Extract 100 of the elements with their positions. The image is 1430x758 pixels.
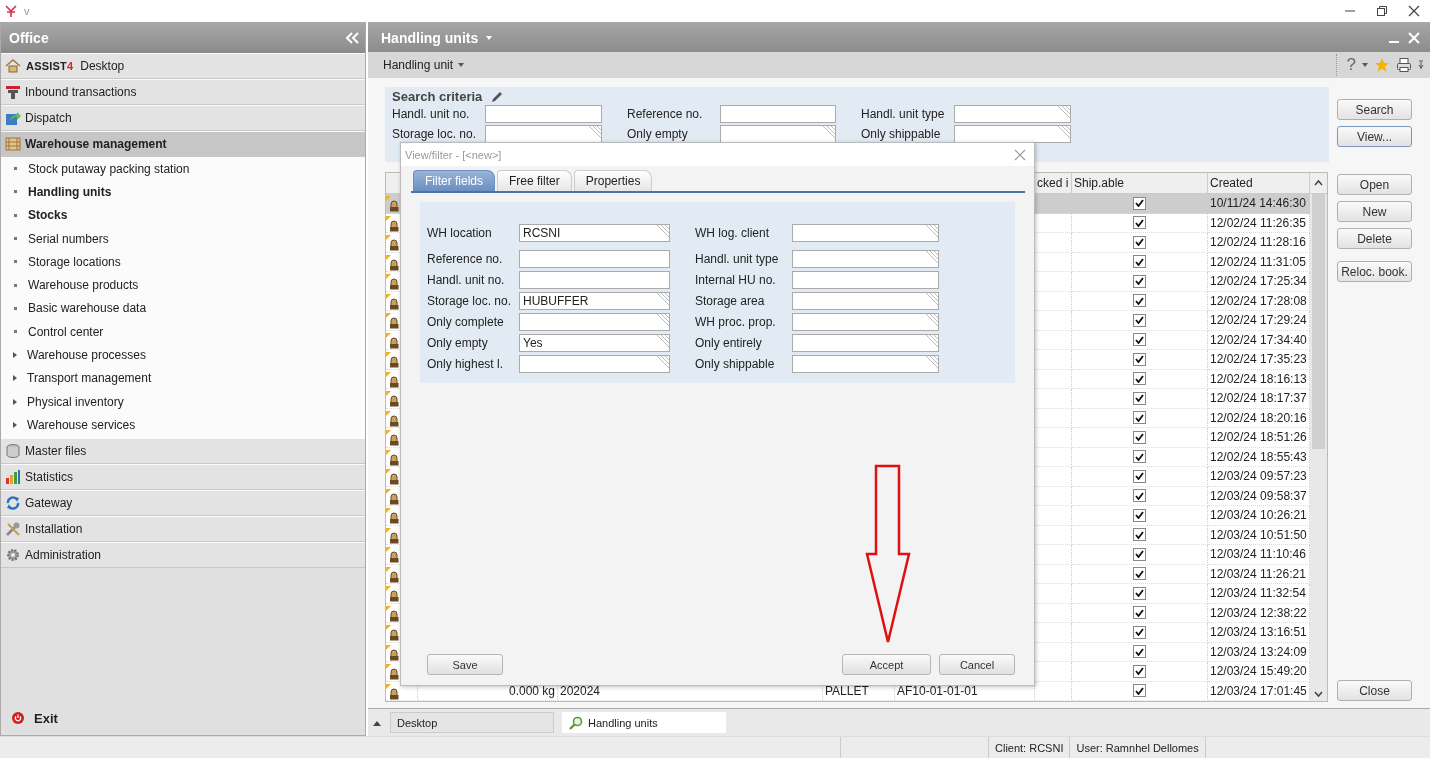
checkbox[interactable] (1133, 313, 1146, 327)
checkbox[interactable] (1133, 508, 1146, 522)
checkbox[interactable] (1133, 391, 1146, 405)
star-icon[interactable] (1374, 57, 1390, 73)
nav-subitem[interactable]: Stock putaway packing station (1, 157, 365, 181)
close-icon[interactable] (1408, 5, 1420, 17)
nav-subitem[interactable]: Control center (1, 320, 365, 344)
nav-subitem[interactable]: Basic warehouse data (1, 296, 365, 321)
input-field[interactable] (720, 105, 836, 123)
checkbox[interactable] (1133, 411, 1146, 425)
expand-icon (13, 421, 17, 428)
checkbox[interactable] (1133, 294, 1146, 308)
nav-subitem[interactable]: Warehouse services (1, 413, 365, 437)
corner-icon (657, 334, 669, 347)
checkbox[interactable] (1133, 489, 1146, 503)
save-button[interactable]: Save (427, 654, 503, 675)
action-button[interactable]: Open (1337, 174, 1412, 195)
nav-item[interactable]: Gateway (1, 489, 365, 516)
checkbox[interactable] (1133, 333, 1146, 347)
checkbox[interactable] (1133, 255, 1146, 269)
checkbox[interactable] (1133, 450, 1146, 464)
combo-field[interactable] (792, 249, 939, 268)
collapse-icon[interactable] (345, 32, 359, 44)
combo-field[interactable] (519, 312, 670, 331)
nav-item[interactable]: Administration (1, 541, 365, 568)
printer-icon[interactable] (1396, 57, 1412, 73)
combo-field[interactable]: RCSNI (519, 223, 670, 242)
combo-field[interactable] (954, 105, 1071, 123)
nav-item[interactable]: Installation (1, 515, 365, 542)
shelf-icon (5, 136, 21, 152)
close-button[interactable]: Close (1337, 680, 1412, 701)
checkbox[interactable] (1133, 469, 1146, 483)
action-button[interactable]: New (1337, 201, 1412, 222)
combo-field[interactable] (792, 354, 939, 373)
column-header[interactable]: Ship.able (1072, 173, 1208, 193)
nav-subitem[interactable]: Stocks (1, 203, 365, 227)
nav-item[interactable]: Dispatch (1, 105, 365, 131)
input-field[interactable] (519, 249, 670, 268)
combo-field[interactable] (720, 125, 836, 143)
restore-icon[interactable] (1376, 5, 1388, 17)
checkbox[interactable] (1133, 352, 1146, 366)
checkbox[interactable] (1133, 274, 1146, 288)
nav-subitem[interactable]: Physical inventory (1, 389, 365, 414)
action-button[interactable]: View... (1337, 126, 1412, 147)
tab[interactable]: Handling units (562, 712, 726, 733)
scroll-thumb[interactable] (1312, 194, 1325, 449)
checkbox[interactable] (1133, 196, 1146, 210)
input-field[interactable] (485, 105, 602, 123)
combo-field[interactable]: HUBUFFER (519, 291, 670, 310)
combo-field[interactable] (954, 125, 1071, 143)
input-field[interactable] (519, 270, 670, 289)
combo-field[interactable] (792, 333, 939, 352)
tab[interactable]: Properties (573, 170, 653, 191)
nav-subitem[interactable]: Serial numbers (1, 226, 365, 251)
exit-button[interactable]: Exit (1, 701, 365, 735)
toolbar-menu[interactable]: Handling unit (383, 58, 465, 72)
nav-item[interactable]: Inbound transactions (1, 79, 365, 105)
checkbox[interactable] (1133, 547, 1146, 561)
nav-subitem[interactable]: Warehouse products (1, 273, 365, 297)
checkbox[interactable] (1133, 645, 1146, 659)
tab[interactable]: Free filter (497, 170, 572, 191)
combo-field[interactable] (485, 125, 602, 143)
action-button[interactable]: Reloc. book. (1337, 261, 1412, 282)
check-icon (1135, 277, 1144, 286)
combo-field[interactable]: Yes (519, 333, 670, 352)
nav-item[interactable]: Warehouse management (1, 131, 365, 157)
checkbox[interactable] (1133, 372, 1146, 386)
help-button[interactable]: ? (1346, 55, 1356, 75)
crate-icon (386, 527, 399, 544)
nav-subitem[interactable]: Warehouse processes (1, 343, 365, 367)
nav-item[interactable]: Statistics (1, 463, 365, 490)
input-field[interactable] (792, 270, 939, 289)
accept-button[interactable]: Accept (842, 654, 931, 675)
field-label: Reference no. (626, 105, 704, 123)
nav-subitem[interactable]: Handling units (1, 180, 365, 204)
column-header[interactable]: Created (1208, 173, 1310, 193)
combo-field[interactable] (792, 291, 939, 310)
checkbox[interactable] (1133, 216, 1146, 230)
action-button[interactable]: Search (1337, 99, 1412, 120)
checkbox[interactable] (1133, 625, 1146, 639)
checkbox[interactable] (1133, 567, 1146, 581)
checkbox[interactable] (1133, 606, 1146, 620)
checkbox[interactable] (1133, 586, 1146, 600)
combo-field[interactable] (792, 223, 939, 242)
nav-subitem[interactable]: Storage locations (1, 250, 365, 274)
combo-field[interactable] (519, 354, 670, 373)
combo-field[interactable] (792, 312, 939, 331)
action-button[interactable]: Delete (1337, 228, 1412, 249)
nav-subitem[interactable]: Transport management (1, 366, 365, 390)
checkbox[interactable] (1133, 430, 1146, 444)
checkbox[interactable] (1133, 235, 1146, 249)
nav-item[interactable]: ASSIST4 Desktop (1, 53, 365, 79)
checkbox[interactable] (1133, 528, 1146, 542)
checkbox[interactable] (1133, 684, 1146, 698)
nav-item[interactable]: Master files (1, 437, 365, 464)
cancel-button[interactable]: Cancel (939, 654, 1015, 675)
pin-icon[interactable] (1418, 60, 1424, 70)
checkbox[interactable] (1133, 664, 1146, 678)
tab[interactable]: Desktop (390, 712, 554, 733)
scrollbar[interactable] (1310, 194, 1327, 701)
